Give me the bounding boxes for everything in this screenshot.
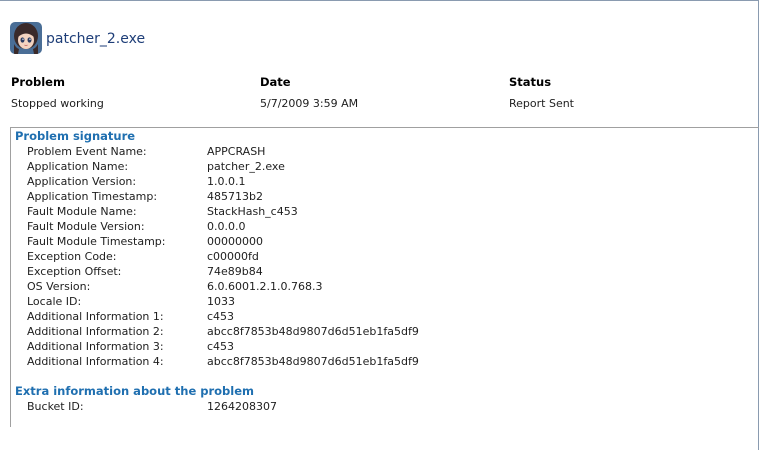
row-label: Application Version: bbox=[27, 175, 137, 188]
date-header: Date bbox=[260, 75, 291, 89]
row-value: c00000fd bbox=[207, 250, 259, 263]
row-value: 1.0.0.1 bbox=[207, 175, 246, 188]
row-value: c453 bbox=[207, 340, 235, 353]
row-value: 00000000 bbox=[207, 235, 263, 248]
app-header: patcher_2.exe bbox=[10, 21, 145, 55]
row-label: Additional Information 3: bbox=[27, 340, 164, 353]
row-value: 1033 bbox=[207, 295, 235, 308]
problem-header: Problem bbox=[11, 75, 65, 89]
row-value: c453 bbox=[207, 310, 235, 323]
row-label: OS Version: bbox=[27, 280, 91, 293]
row-label: Problem Event Name: bbox=[27, 145, 147, 158]
date-value: 5/7/2009 3:59 AM bbox=[260, 97, 359, 110]
row-label: Exception Code: bbox=[27, 250, 117, 263]
row-value: 0.0.0.0 bbox=[207, 220, 246, 233]
row-label: Bucket ID: bbox=[27, 400, 84, 413]
row-label: Additional Information 4: bbox=[27, 355, 164, 368]
row-label: Additional Information 1: bbox=[27, 310, 164, 323]
app-title: patcher_2.exe bbox=[46, 31, 146, 47]
problem-signature-title: Problem signature bbox=[15, 129, 136, 143]
status-column: Status Report Sent bbox=[509, 75, 574, 110]
row-value: 74e89b84 bbox=[207, 265, 263, 278]
status-value: Report Sent bbox=[509, 97, 574, 110]
row-value: abcc8f7853b48d9807d6d51eb1fa5df9 bbox=[207, 325, 419, 338]
row-label: Fault Module Version: bbox=[27, 220, 145, 233]
row-label: Fault Module Timestamp: bbox=[27, 235, 166, 248]
row-value: 1264208307 bbox=[207, 400, 277, 413]
problem-value: Stopped working bbox=[11, 97, 104, 110]
status-header: Status bbox=[509, 75, 552, 89]
row-value: 6.0.6001.2.1.0.768.3 bbox=[207, 280, 323, 293]
row-label: Application Name: bbox=[27, 160, 129, 173]
row-label: Exception Offset: bbox=[27, 265, 122, 278]
row-label: Fault Module Name: bbox=[27, 205, 137, 218]
problem-column: Problem Stopped working bbox=[11, 75, 104, 110]
problem-signature-box: Problem signature Problem Event Name: APP… bbox=[10, 127, 759, 427]
row-value: patcher_2.exe bbox=[207, 160, 285, 173]
row-value: abcc8f7853b48d9807d6d51eb1fa5df9 bbox=[207, 355, 419, 368]
row-value: APPCRASH bbox=[207, 145, 266, 158]
row-label: Locale ID: bbox=[27, 295, 82, 308]
extra-information-title: Extra information about the problem bbox=[15, 384, 255, 398]
anime-avatar-icon bbox=[10, 22, 42, 54]
row-value: StackHash_c453 bbox=[207, 205, 298, 218]
row-label: Application Timestamp: bbox=[27, 190, 158, 203]
problem-details-window: patcher_2.exe Problem Stopped working Da… bbox=[0, 0, 759, 450]
row-value: 485713b2 bbox=[207, 190, 263, 203]
row-label: Additional Information 2: bbox=[27, 325, 164, 338]
date-column: Date 5/7/2009 3:59 AM bbox=[260, 75, 358, 110]
